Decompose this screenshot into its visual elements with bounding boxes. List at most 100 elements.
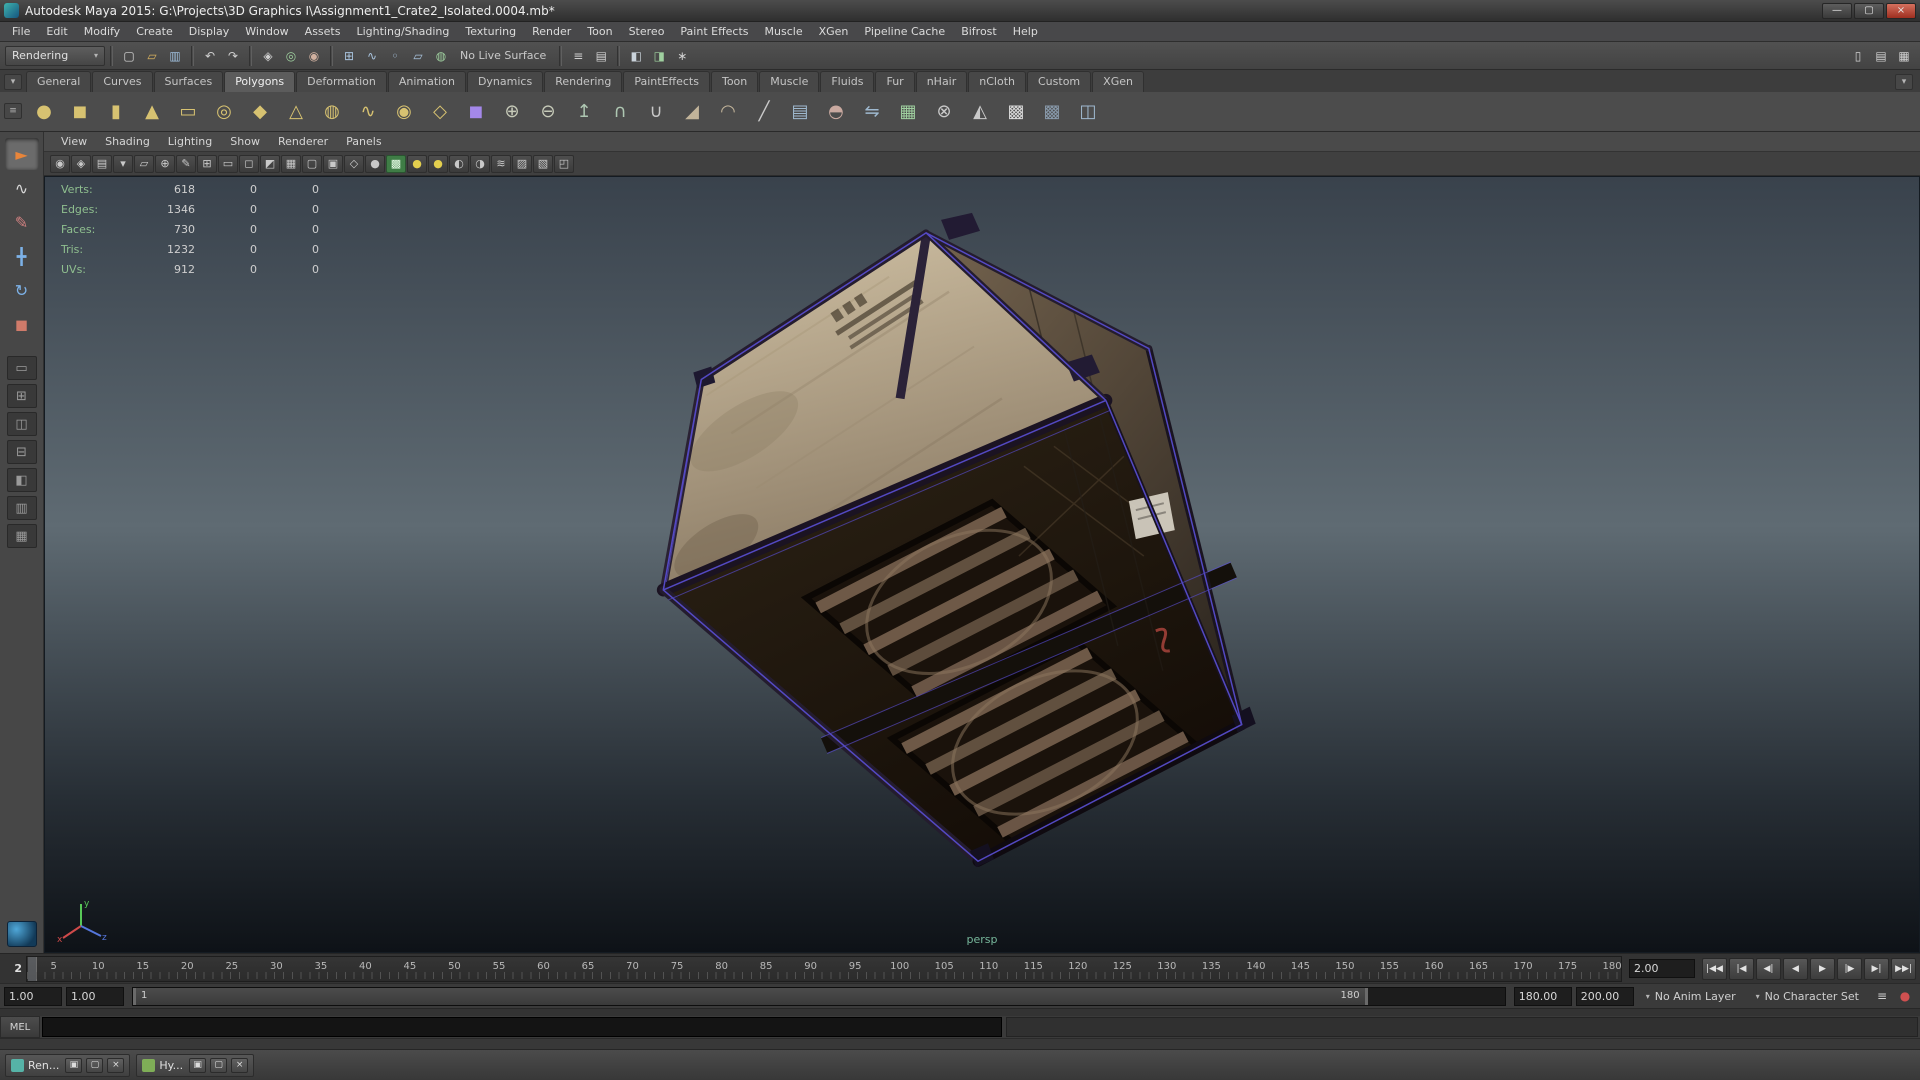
panel-menu-item[interactable]: Shading [96, 133, 159, 150]
construction-history-icon[interactable]: ≡ [567, 46, 589, 66]
shelf-tab[interactable]: Curves [92, 71, 152, 92]
channel-box-toggle-icon[interactable]: ▦ [1893, 46, 1915, 66]
layout-two-side-by-side[interactable]: ◫ [7, 412, 37, 436]
playback-end-field[interactable] [1514, 987, 1572, 1006]
panel-menu-item[interactable]: View [52, 133, 96, 150]
redo-icon[interactable]: ↷ [222, 46, 244, 66]
grid-icon[interactable]: ⊞ [197, 155, 217, 173]
restore-button[interactable]: ▣ [189, 1058, 206, 1073]
lasso-tool[interactable]: ∿ [5, 172, 39, 204]
command-line-result[interactable] [1006, 1017, 1918, 1037]
new-scene-icon[interactable]: ▢ [118, 46, 140, 66]
shadows-icon[interactable]: ◐ [449, 155, 469, 173]
menu-item[interactable]: Paint Effects [672, 23, 756, 40]
poly-platonic-icon[interactable]: ◇ [423, 95, 457, 129]
panel-menu-item[interactable]: Lighting [159, 133, 221, 150]
menu-item[interactable]: Stereo [621, 23, 673, 40]
shelf-tab[interactable]: nCloth [968, 71, 1026, 92]
list-input-operations-icon[interactable]: ▤ [590, 46, 612, 66]
interactive-creation-icon[interactable]: ◼ [459, 95, 493, 129]
select-by-component-icon[interactable]: ◉ [303, 46, 325, 66]
undo-icon[interactable]: ↶ [199, 46, 221, 66]
layout-four-view[interactable]: ⊞ [7, 384, 37, 408]
select-by-hierarchy-icon[interactable]: ◈ [257, 46, 279, 66]
time-ruler[interactable]: 5101520253035404550556065707580859095100… [26, 956, 1622, 982]
command-line-input[interactable] [42, 1017, 1002, 1037]
snap-to-plane-icon[interactable]: ▱ [407, 46, 429, 66]
combine-icon[interactable]: ⊕ [495, 95, 529, 129]
camera-attributes-icon[interactable]: ▤ [92, 155, 112, 173]
current-time-field[interactable] [1629, 959, 1695, 978]
uv-checker-icon[interactable]: ▩ [999, 95, 1033, 129]
panel-menu-item[interactable]: Panels [337, 133, 390, 150]
menu-item[interactable]: File [4, 23, 38, 40]
poly-soccerball-icon[interactable]: ◉ [387, 95, 421, 129]
shelf-editor-icon[interactable]: ≡ [4, 103, 22, 119]
select-tool[interactable]: ► [5, 138, 39, 170]
step-forward-frame-button[interactable]: ▶| [1864, 958, 1889, 980]
crate-model[interactable] [663, 213, 1255, 867]
scale-tool[interactable]: ◼ [5, 308, 39, 340]
separate-icon[interactable]: ⊖ [531, 95, 565, 129]
menu-item[interactable]: Muscle [757, 23, 811, 40]
panel-menu-item[interactable]: Show [221, 133, 269, 150]
shelf-tab[interactable]: General [26, 71, 91, 92]
layout-single-perspective[interactable]: ▭ [7, 356, 37, 380]
restore-button[interactable]: ▣ [65, 1058, 82, 1073]
menu-item[interactable]: Display [181, 23, 238, 40]
layout-three-split[interactable]: ◧ [7, 468, 37, 492]
grease-pencil-icon[interactable]: ✎ [176, 155, 196, 173]
close-button[interactable]: × [107, 1058, 124, 1073]
sculpt-icon[interactable]: ◓ [819, 95, 853, 129]
move-tool[interactable]: ╋ [5, 240, 39, 272]
render-current-frame-icon[interactable]: ◧ [625, 46, 647, 66]
select-by-object-icon[interactable]: ◎ [280, 46, 302, 66]
layout-hypershade-persp[interactable]: ▦ [7, 524, 37, 548]
uv-checker-dark-icon[interactable]: ▩ [1035, 95, 1069, 129]
minimize-button[interactable]: — [1822, 3, 1852, 19]
menu-item[interactable]: Assets [297, 23, 349, 40]
safe-title-icon[interactable]: ▣ [323, 155, 343, 173]
shelf-options-icon[interactable]: ▾ [1895, 74, 1913, 90]
poly-pyramid-icon[interactable]: △ [279, 95, 313, 129]
isolate-select-icon[interactable]: ◰ [554, 155, 574, 173]
command-line-language-button[interactable]: MEL [0, 1016, 40, 1038]
step-back-frame-button[interactable]: |◀ [1729, 958, 1754, 980]
taskbar-item-render-view[interactable]: Ren... ▣ ▢ × [5, 1054, 130, 1077]
ipr-render-icon[interactable]: ◨ [648, 46, 670, 66]
select-camera-icon[interactable]: ◉ [50, 155, 70, 173]
tool-settings-toggle-icon[interactable]: ▤ [1870, 46, 1892, 66]
poly-helix-icon[interactable]: ∿ [351, 95, 385, 129]
menu-item[interactable]: Modify [76, 23, 128, 40]
viewport[interactable]: Verts: 618 0 0 Edges: 1346 0 0 Faces: 73… [44, 176, 1920, 953]
play-backwards-button[interactable]: ◀ [1783, 958, 1808, 980]
snap-to-curve-icon[interactable]: ∿ [361, 46, 383, 66]
menu-item[interactable]: Pipeline Cache [856, 23, 953, 40]
shelf-tab[interactable]: Polygons [224, 71, 295, 92]
field-chart-icon[interactable]: ▦ [281, 155, 301, 173]
viewport-canvas[interactable] [45, 177, 1919, 952]
range-slider[interactable]: 1 180 [132, 987, 1506, 1006]
shelf-tab[interactable]: PaintEffects [623, 71, 710, 92]
two-d-pan-zoom-icon[interactable]: ⊕ [155, 155, 175, 173]
quad-draw-icon[interactable]: ▦ [891, 95, 925, 129]
save-scene-icon[interactable]: ▥ [164, 46, 186, 66]
layout-two-stacked[interactable]: ⊟ [7, 440, 37, 464]
crease-icon[interactable]: ◭ [963, 95, 997, 129]
menu-item[interactable]: Bifrost [953, 23, 1005, 40]
close-button[interactable]: × [1886, 3, 1916, 19]
playback-start-field[interactable] [66, 987, 124, 1006]
shelf-tab[interactable]: Deformation [296, 71, 387, 92]
animation-end-field[interactable] [1576, 987, 1634, 1006]
maximize-button[interactable]: ▢ [86, 1058, 103, 1073]
paint-selection-tool[interactable]: ✎ [5, 206, 39, 238]
shelf-tab[interactable]: Muscle [759, 71, 819, 92]
shelf-tab[interactable]: Rendering [544, 71, 622, 92]
close-button[interactable]: × [231, 1058, 248, 1073]
open-scene-icon[interactable]: ▱ [141, 46, 163, 66]
render-settings-icon[interactable]: ∗ [671, 46, 693, 66]
maximize-button[interactable]: ▢ [210, 1058, 227, 1073]
multi-cut-icon[interactable]: ╱ [747, 95, 781, 129]
layout-outliner-persp[interactable]: ▥ [7, 496, 37, 520]
lighting-icon[interactable]: ● [428, 155, 448, 173]
